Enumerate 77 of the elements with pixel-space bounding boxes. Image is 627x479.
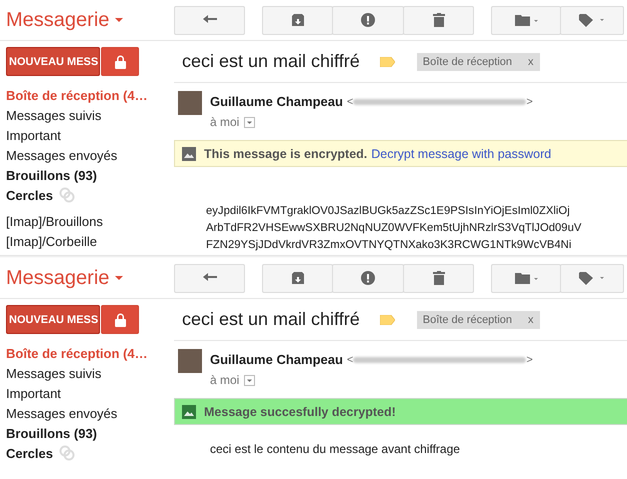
- tag-icon: [579, 14, 605, 26]
- bracket-text: >: [526, 354, 533, 366]
- folder-link[interactable]: Boîte de réception (4…: [6, 346, 148, 360]
- avatar-photo: [178, 91, 202, 115]
- sender-name: Guillaume Champeau: [210, 94, 343, 109]
- remove-label-button[interactable]: x: [528, 56, 534, 68]
- banner-text: This message is encrypted.: [204, 146, 368, 160]
- caret-icon[interactable]: [115, 276, 124, 280]
- app-logo[interactable]: Messagerie: [6, 266, 110, 290]
- compose-button[interactable]: NOUVEAU MESS: [6, 47, 100, 76]
- circles-icon: [58, 445, 75, 461]
- importance-marker-icon[interactable]: [380, 56, 395, 66]
- message-text: ceci est le contenu du message avant chiffrage: [210, 441, 461, 458]
- move-to-button[interactable]: [491, 264, 561, 292]
- lock-button[interactable]: [101, 47, 139, 76]
- image-icon: [182, 404, 196, 418]
- spam-button[interactable]: [332, 6, 404, 34]
- folder-icon: [514, 272, 538, 284]
- labels-button[interactable]: [560, 264, 624, 292]
- bracket-text: <: [346, 354, 354, 366]
- bracket-text: <: [346, 96, 354, 108]
- email-subject: ceci est un mail chiffré: [182, 309, 360, 330]
- folder-link[interactable]: Brouillons (93): [6, 168, 98, 182]
- avatar-photo: [178, 349, 202, 373]
- folder-link[interactable]: Cercles: [6, 446, 53, 460]
- folder-link[interactable]: Messages suivis: [6, 108, 102, 122]
- folder-link[interactable]: Boîte de réception (4…: [6, 88, 148, 102]
- app-logo[interactable]: Messagerie: [6, 8, 110, 32]
- archive-button[interactable]: [262, 264, 333, 292]
- alert-icon: [361, 13, 375, 27]
- folder-link[interactable]: Brouillons (93): [6, 426, 98, 440]
- lock-button[interactable]: [101, 305, 139, 334]
- spam-button[interactable]: [332, 264, 404, 292]
- dropdown-icon[interactable]: [244, 374, 256, 386]
- sender-name: Guillaume Champeau: [210, 352, 343, 367]
- dropdown-icon[interactable]: [244, 116, 256, 128]
- recipient-text: à moi: [210, 115, 240, 129]
- decrypt-link[interactable]: Decrypt message with password: [371, 146, 552, 160]
- delete-button[interactable]: [403, 264, 474, 292]
- recipient-text: à moi: [210, 373, 240, 387]
- archive-button[interactable]: [262, 6, 333, 34]
- folder-icon: [514, 14, 538, 26]
- reply-icon: [202, 273, 216, 283]
- label-name: Boîte de réception: [422, 314, 512, 326]
- trash-icon: [432, 271, 444, 285]
- folder-link[interactable]: [Imap]/Corbeille: [6, 234, 98, 248]
- message-text: eyJpdil6IkFVMTgraklOV0JSazlBUGk5azZSc1E9PSIsInYiOjEsIml0ZXliOj: [206, 204, 571, 219]
- folder-link[interactable]: [Imap]/Brouillons: [6, 214, 103, 228]
- archive-icon: [292, 14, 304, 26]
- trash-icon: [432, 13, 444, 27]
- circles-icon: [58, 187, 75, 203]
- caret-icon[interactable]: [115, 18, 124, 22]
- move-to-button[interactable]: [491, 6, 561, 34]
- bracket-text: >: [526, 96, 533, 108]
- folder-link[interactable]: Messages envoyés: [6, 148, 118, 162]
- image-icon: [182, 146, 196, 160]
- email-subject: ceci est un mail chiffré: [182, 51, 360, 72]
- folder-link[interactable]: Important: [6, 386, 61, 400]
- reply-icon: [202, 15, 216, 25]
- folder-link[interactable]: Messages envoyés: [6, 406, 118, 420]
- folder-link[interactable]: Cercles: [6, 188, 53, 202]
- lock-icon: [114, 312, 126, 326]
- compose-button[interactable]: NOUVEAU MESS: [6, 305, 100, 334]
- labels-button[interactable]: [560, 6, 624, 34]
- folder-link[interactable]: Messages suivis: [6, 366, 102, 380]
- message-text: FZN29YSjJDdVkrdVR3ZmxOVTNYQTNXako3K3RCWG1NTk9WcVB4Ni: [206, 238, 572, 253]
- lock-icon: [114, 54, 126, 68]
- message-text: ArbTdFR2VHSEwwSXBRU2NqNUZ0WVFKem5tUjhNRzlrS3VqTlJOd09uV: [206, 221, 582, 236]
- alert-icon: [361, 271, 375, 285]
- label-name: Boîte de réception: [422, 56, 512, 68]
- tag-icon: [579, 272, 605, 284]
- folder-link[interactable]: Important: [6, 128, 61, 142]
- remove-label-button[interactable]: x: [528, 314, 534, 326]
- banner-text: Message succesfully decrypted!: [204, 404, 396, 418]
- archive-icon: [292, 272, 304, 284]
- delete-button[interactable]: [403, 6, 474, 34]
- importance-marker-icon[interactable]: [380, 314, 395, 324]
